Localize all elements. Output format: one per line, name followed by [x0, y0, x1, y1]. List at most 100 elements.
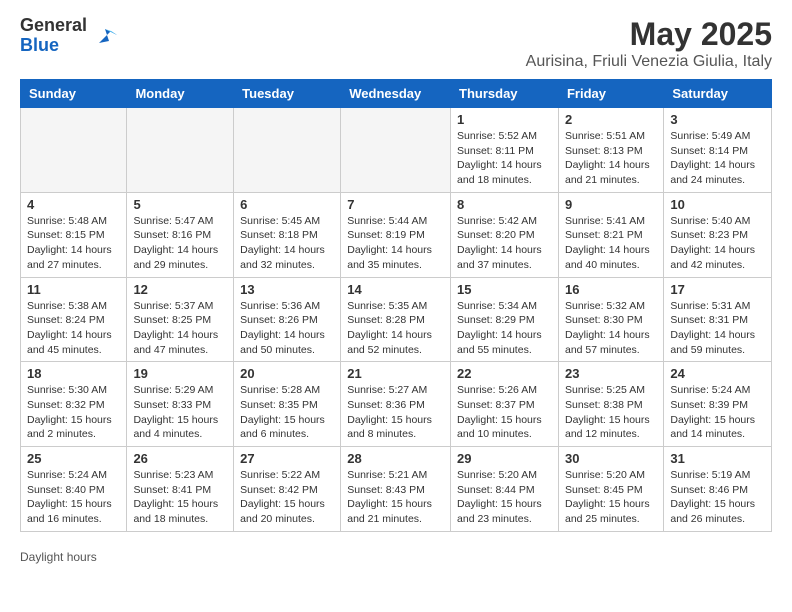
day-header-tuesday: Tuesday: [234, 80, 341, 108]
calendar-day: 27 Sunrise: 5:22 AM Sunset: 8:42 PM Dayli…: [234, 447, 341, 532]
day-header-monday: Monday: [127, 80, 234, 108]
calendar-week-3: 11Sunrise: 5:38 AM Sunset: 8:24 PM Dayli…: [21, 277, 772, 362]
day-number: 3: [670, 112, 765, 127]
day-info: Sunrise: 5:29 AM Sunset: 8:33 PM Dayligh…: [133, 383, 227, 442]
day-info: Sunrise: 5:32 AM Sunset: 8:30 PM Dayligh…: [565, 299, 657, 358]
day-number: 20: [240, 366, 334, 381]
day-info: Sunrise: 5:45 AM Sunset: 8:18 PM Dayligh…: [240, 214, 334, 273]
calendar-day: 19 Sunrise: 5:29 AM Sunset: 8:33 PM Dayli…: [127, 362, 234, 447]
calendar-day: 18Sunrise: 5:30 AM Sunset: 8:32 PM Dayli…: [21, 362, 127, 447]
day-number: 25: [27, 451, 120, 466]
day-info: Sunrise: 5:36 AM Sunset: 8:26 PM Dayligh…: [240, 299, 334, 358]
day-header-sunday: Sunday: [21, 80, 127, 108]
calendar-day: [127, 108, 234, 193]
day-number: 13: [240, 282, 334, 297]
day-number: 12: [133, 282, 227, 297]
calendar-table: SundayMondayTuesdayWednesdayThursdayFrid…: [20, 79, 772, 532]
day-header-saturday: Saturday: [664, 80, 772, 108]
calendar-day: 24 Sunrise: 5:24 AM Sunset: 8:39 PM Dayli…: [664, 362, 772, 447]
logo-bird-icon: [89, 21, 119, 51]
day-number: 16: [565, 282, 657, 297]
day-number: 21: [347, 366, 444, 381]
day-number: 28: [347, 451, 444, 466]
calendar-day: 20Sunrise: 5:28 AM Sunset: 8:35 PM Dayli…: [234, 362, 341, 447]
day-number: 14: [347, 282, 444, 297]
calendar-day: 29 Sunrise: 5:20 AM Sunset: 8:44 PM Dayli…: [451, 447, 559, 532]
calendar-week-4: 18Sunrise: 5:30 AM Sunset: 8:32 PM Dayli…: [21, 362, 772, 447]
daylight-hours-label: Daylight hours: [20, 550, 97, 564]
day-info: Sunrise: 5:42 AM Sunset: 8:20 PM Dayligh…: [457, 214, 552, 273]
calendar-week-2: 4 Sunrise: 5:48 AM Sunset: 8:15 PM Daylig…: [21, 192, 772, 277]
calendar-day: 26Sunrise: 5:23 AM Sunset: 8:41 PM Dayli…: [127, 447, 234, 532]
calendar-day: 10Sunrise: 5:40 AM Sunset: 8:23 PM Dayli…: [664, 192, 772, 277]
calendar-day: 28 Sunrise: 5:21 AM Sunset: 8:43 PM Dayli…: [341, 447, 451, 532]
day-header-thursday: Thursday: [451, 80, 559, 108]
calendar-day: 1 Sunrise: 5:52 AM Sunset: 8:11 PM Daylig…: [451, 108, 559, 193]
main-title: May 2025: [526, 16, 772, 53]
day-info: Sunrise: 5:20 AM Sunset: 8:44 PM Dayligh…: [457, 468, 552, 527]
day-number: 1: [457, 112, 552, 127]
day-number: 9: [565, 197, 657, 212]
day-info: Sunrise: 5:52 AM Sunset: 8:11 PM Dayligh…: [457, 129, 552, 188]
logo-general-text: General: [20, 15, 87, 35]
calendar-day: [341, 108, 451, 193]
calendar-day: 4 Sunrise: 5:48 AM Sunset: 8:15 PM Daylig…: [21, 192, 127, 277]
calendar-day: 25 Sunrise: 5:24 AM Sunset: 8:40 PM Dayli…: [21, 447, 127, 532]
day-info: Sunrise: 5:49 AM Sunset: 8:14 PM Dayligh…: [670, 129, 765, 188]
day-info: Sunrise: 5:51 AM Sunset: 8:13 PM Dayligh…: [565, 129, 657, 188]
subtitle: Aurisina, Friuli Venezia Giulia, Italy: [526, 53, 772, 71]
calendar-day: 9 Sunrise: 5:41 AM Sunset: 8:21 PM Daylig…: [558, 192, 663, 277]
calendar-day: 15 Sunrise: 5:34 AM Sunset: 8:29 PM Dayli…: [451, 277, 559, 362]
day-info: Sunrise: 5:23 AM Sunset: 8:41 PM Dayligh…: [133, 468, 227, 527]
calendar-day: 17Sunrise: 5:31 AM Sunset: 8:31 PM Dayli…: [664, 277, 772, 362]
day-number: 30: [565, 451, 657, 466]
calendar-day: 31 Sunrise: 5:19 AM Sunset: 8:46 PM Dayli…: [664, 447, 772, 532]
day-info: Sunrise: 5:27 AM Sunset: 8:36 PM Dayligh…: [347, 383, 444, 442]
day-number: 5: [133, 197, 227, 212]
calendar-day: 30Sunrise: 5:20 AM Sunset: 8:45 PM Dayli…: [558, 447, 663, 532]
day-info: Sunrise: 5:37 AM Sunset: 8:25 PM Dayligh…: [133, 299, 227, 358]
day-number: 18: [27, 366, 120, 381]
calendar-day: 8 Sunrise: 5:42 AM Sunset: 8:20 PM Daylig…: [451, 192, 559, 277]
title-section: May 2025 Aurisina, Friuli Venezia Giulia…: [526, 16, 772, 71]
page-header: General Blue May 2025 Aurisina, Friuli V…: [0, 0, 792, 79]
day-info: Sunrise: 5:38 AM Sunset: 8:24 PM Dayligh…: [27, 299, 120, 358]
logo-blue-text: Blue: [20, 35, 59, 55]
day-number: 8: [457, 197, 552, 212]
calendar-day: [21, 108, 127, 193]
day-number: 10: [670, 197, 765, 212]
calendar-day: 3 Sunrise: 5:49 AM Sunset: 8:14 PM Daylig…: [664, 108, 772, 193]
day-info: Sunrise: 5:24 AM Sunset: 8:40 PM Dayligh…: [27, 468, 120, 527]
day-info: Sunrise: 5:47 AM Sunset: 8:16 PM Dayligh…: [133, 214, 227, 273]
day-info: Sunrise: 5:22 AM Sunset: 8:42 PM Dayligh…: [240, 468, 334, 527]
day-info: Sunrise: 5:34 AM Sunset: 8:29 PM Dayligh…: [457, 299, 552, 358]
footer: Daylight hours: [0, 542, 792, 572]
day-number: 27: [240, 451, 334, 466]
calendar-day: [234, 108, 341, 193]
day-number: 4: [27, 197, 120, 212]
day-info: Sunrise: 5:44 AM Sunset: 8:19 PM Dayligh…: [347, 214, 444, 273]
day-number: 31: [670, 451, 765, 466]
calendar-day: 16 Sunrise: 5:32 AM Sunset: 8:30 PM Dayli…: [558, 277, 663, 362]
day-info: Sunrise: 5:19 AM Sunset: 8:46 PM Dayligh…: [670, 468, 765, 527]
day-number: 29: [457, 451, 552, 466]
calendar-day: 22Sunrise: 5:26 AM Sunset: 8:37 PM Dayli…: [451, 362, 559, 447]
day-number: 24: [670, 366, 765, 381]
day-info: Sunrise: 5:41 AM Sunset: 8:21 PM Dayligh…: [565, 214, 657, 273]
calendar-day: 12 Sunrise: 5:37 AM Sunset: 8:25 PM Dayli…: [127, 277, 234, 362]
day-info: Sunrise: 5:24 AM Sunset: 8:39 PM Dayligh…: [670, 383, 765, 442]
day-number: 2: [565, 112, 657, 127]
day-info: Sunrise: 5:48 AM Sunset: 8:15 PM Dayligh…: [27, 214, 120, 273]
day-number: 15: [457, 282, 552, 297]
day-header-friday: Friday: [558, 80, 663, 108]
day-info: Sunrise: 5:21 AM Sunset: 8:43 PM Dayligh…: [347, 468, 444, 527]
calendar-day: 21 Sunrise: 5:27 AM Sunset: 8:36 PM Dayli…: [341, 362, 451, 447]
day-number: 19: [133, 366, 227, 381]
day-number: 23: [565, 366, 657, 381]
calendar-day: 14Sunrise: 5:35 AM Sunset: 8:28 PM Dayli…: [341, 277, 451, 362]
calendar-day: 5 Sunrise: 5:47 AM Sunset: 8:16 PM Daylig…: [127, 192, 234, 277]
calendar-day: 23Sunrise: 5:25 AM Sunset: 8:38 PM Dayli…: [558, 362, 663, 447]
day-number: 22: [457, 366, 552, 381]
calendar-day: 7Sunrise: 5:44 AM Sunset: 8:19 PM Daylig…: [341, 192, 451, 277]
calendar-day: 11Sunrise: 5:38 AM Sunset: 8:24 PM Dayli…: [21, 277, 127, 362]
